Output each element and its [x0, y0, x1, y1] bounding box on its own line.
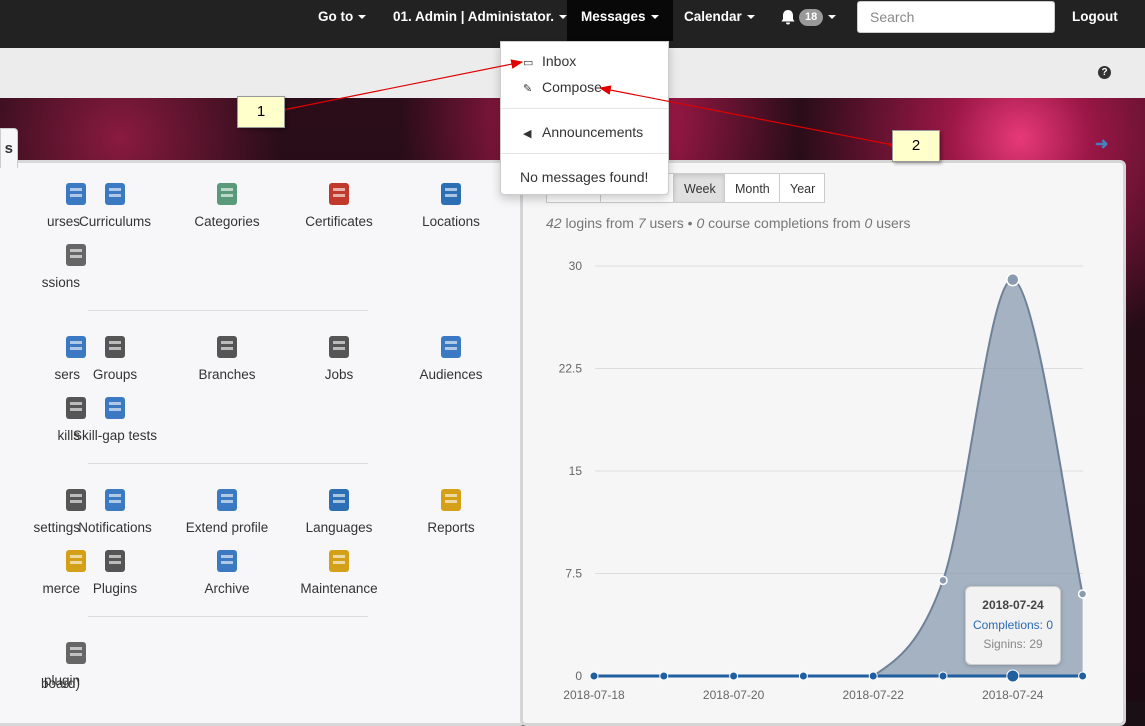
completions-point [1078, 671, 1088, 681]
messages-dropdown: ▭ Inbox ✎ Compose ◀ Announcements No messag… [500, 41, 669, 195]
inbox-icon: ▭ [523, 57, 534, 69]
inbox-label: Inbox [542, 53, 577, 69]
x-tick-label: 2018-07-24 [982, 688, 1044, 701]
announcements-label: Announcements [542, 124, 644, 140]
chart-tooltip: 2018-07-24 Completions: 0 Signins: 29 [965, 586, 1061, 665]
menu-divider [501, 153, 668, 154]
completions-point [659, 671, 669, 681]
y-tick-label: 15 [569, 464, 583, 478]
tooltip-completions: Completions: 0 [972, 618, 1054, 632]
y-tick-label: 7.5 [565, 567, 582, 581]
signins-point [1006, 272, 1020, 287]
completions-point [1006, 669, 1020, 683]
completions-point [798, 671, 808, 681]
no-messages-text: No messages found! [520, 169, 649, 185]
tooltip-signins: Signins: 29 [983, 637, 1043, 651]
completions-point [729, 671, 739, 681]
completions-point [868, 671, 878, 681]
signins-point [1077, 589, 1088, 599]
completions-point [938, 671, 948, 681]
compose-menu-item[interactable]: ✎ Compose [501, 75, 668, 99]
inbox-menu-item[interactable]: ▭ Inbox [501, 49, 668, 73]
menu-divider [501, 108, 668, 109]
callout-2: 2 [892, 130, 940, 162]
megaphone-icon: ◀ [523, 128, 532, 140]
tooltip-date: 2018-07-24 [982, 598, 1044, 612]
y-tick-label: 0 [575, 669, 582, 683]
y-tick-label: 30 [569, 259, 583, 273]
announcements-menu-item[interactable]: ◀ Announcements [501, 120, 668, 144]
callout-1: 1 [237, 96, 285, 128]
completions-point [589, 671, 599, 681]
compose-icon: ✎ [523, 83, 533, 95]
x-tick-label: 2018-07-18 [563, 688, 625, 701]
y-tick-label: 22.5 [559, 362, 583, 376]
signins-point [938, 575, 948, 586]
x-tick-label: 2018-07-22 [843, 688, 905, 701]
compose-label: Compose [542, 79, 602, 95]
x-tick-label: 2018-07-20 [703, 688, 765, 701]
